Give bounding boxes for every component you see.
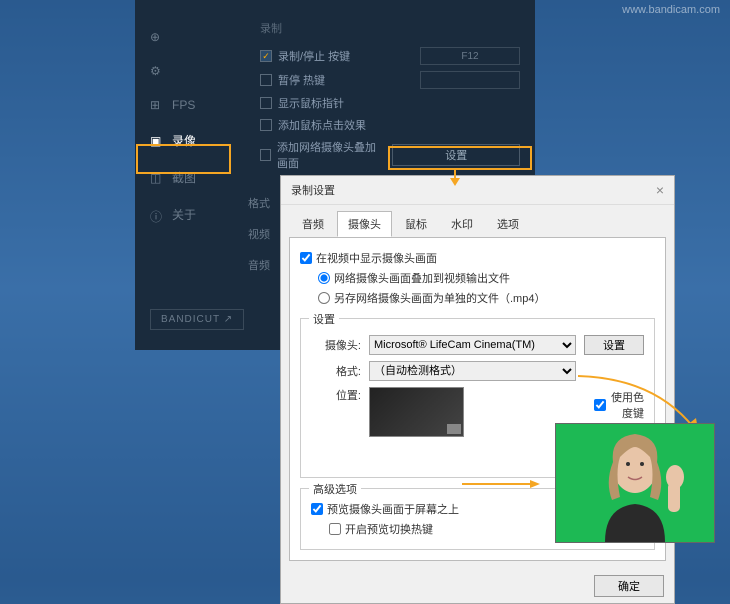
label-video: 视频 bbox=[248, 226, 270, 242]
dialog-title: 录制设置 bbox=[291, 182, 335, 198]
record-icon: ▣ bbox=[150, 134, 164, 148]
sidebar-item-fps[interactable]: ⊞ FPS bbox=[135, 88, 245, 122]
hotkey-field[interactable]: F12 bbox=[420, 47, 520, 65]
checkbox-icon bbox=[260, 74, 272, 86]
bandicut-link[interactable]: BANDICUT ↗ bbox=[150, 309, 244, 330]
tab-watermark[interactable]: 水印 bbox=[440, 211, 484, 237]
capture-icon: ◫ bbox=[150, 171, 164, 185]
fieldset-legend: 高级选项 bbox=[309, 481, 361, 497]
format-label: 格式: bbox=[311, 363, 361, 379]
checkbox-icon bbox=[260, 119, 272, 131]
target-icon: ⊕ bbox=[150, 30, 164, 44]
checkbox-icon: ✓ bbox=[260, 50, 272, 62]
section-title: 录制 bbox=[260, 20, 520, 36]
check-label: 使用色度键 bbox=[610, 389, 644, 421]
checkbox-icon bbox=[260, 97, 272, 109]
check-label: 在视频中显示摄像头画面 bbox=[316, 250, 437, 266]
grid-icon: ⊞ bbox=[150, 98, 164, 112]
sidebar-label: 录像 bbox=[172, 132, 196, 149]
row-label: 暂停 热键 bbox=[278, 72, 325, 88]
label-format: 格式 bbox=[248, 195, 270, 211]
checkbox[interactable] bbox=[594, 399, 606, 411]
hotkey-field[interactable] bbox=[420, 71, 520, 89]
check-chroma[interactable]: 使用色度键 bbox=[594, 387, 644, 423]
radio-separate[interactable]: 另存网络摄像头画面为单独的文件（.mp4） bbox=[318, 288, 655, 308]
radio[interactable] bbox=[318, 292, 330, 304]
sidebar: ⊕ ⚙ ⊞ FPS ▣ 录像 ◫ 截图 ⓘ 关于 bbox=[135, 0, 245, 233]
webcam-preview bbox=[555, 423, 715, 543]
dialog-header: 录制设置 × bbox=[281, 176, 674, 205]
row-label: 添加网络摄像头叠加画面 bbox=[277, 139, 386, 171]
info-icon: ⓘ bbox=[150, 208, 164, 222]
row-label: 添加鼠标点击效果 bbox=[278, 117, 366, 133]
row-record-hotkey[interactable]: ✓ 录制/停止 按键 F12 bbox=[260, 44, 520, 68]
person-silhouette bbox=[570, 423, 700, 542]
cam-settings-button[interactable]: 设置 bbox=[584, 335, 644, 355]
checkbox[interactable] bbox=[329, 523, 341, 535]
watermark: www.bandicam.com bbox=[622, 4, 720, 16]
settings-button[interactable]: 设置 bbox=[392, 144, 520, 166]
position-preview[interactable] bbox=[369, 387, 464, 437]
side-labels: 格式 视频 音频 bbox=[248, 195, 270, 288]
tab-audio[interactable]: 音频 bbox=[291, 211, 335, 237]
gear-icon: ⚙ bbox=[150, 64, 164, 78]
format-select[interactable]: （自动检测格式） bbox=[369, 361, 576, 381]
checkbox[interactable] bbox=[311, 503, 323, 515]
row-click-effect[interactable]: 添加鼠标点击效果 bbox=[260, 114, 520, 136]
tab-mouse[interactable]: 鼠标 bbox=[394, 211, 438, 237]
check-show-cam[interactable]: 在视频中显示摄像头画面 bbox=[300, 248, 655, 268]
sidebar-item-record[interactable]: ▣ 录像 bbox=[135, 122, 245, 159]
fieldset-legend: 设置 bbox=[309, 311, 339, 327]
row-cursor[interactable]: 显示鼠标指针 bbox=[260, 92, 520, 114]
check-label: 开启预览切换热键 bbox=[345, 521, 433, 537]
dialog-footer: 确定 bbox=[281, 569, 674, 603]
row-label: 显示鼠标指针 bbox=[278, 95, 344, 111]
sidebar-item-capture[interactable]: ◫ 截图 bbox=[135, 159, 245, 196]
sidebar-item-general[interactable]: ⚙ bbox=[135, 54, 245, 88]
checkbox-icon bbox=[260, 149, 271, 161]
radio[interactable] bbox=[318, 272, 330, 284]
radio-label: 网络摄像头画面叠加到视频输出文件 bbox=[334, 270, 510, 286]
label-audio: 音频 bbox=[248, 257, 270, 273]
sidebar-label: 截图 bbox=[172, 169, 196, 186]
tab-camera[interactable]: 摄像头 bbox=[337, 211, 392, 237]
row-label: 录制/停止 按键 bbox=[278, 48, 350, 64]
sidebar-item-target[interactable]: ⊕ bbox=[135, 20, 245, 54]
sidebar-label: 关于 bbox=[172, 206, 196, 223]
cam-select[interactable]: Microsoft® LifeCam Cinema(TM) bbox=[369, 335, 576, 355]
content-area: 录制 ✓ 录制/停止 按键 F12 暂停 热键 显示鼠标指针 添加鼠标点击效果 添加… bbox=[245, 0, 535, 194]
check-label: 预览摄像头画面于屏幕之上 bbox=[327, 501, 459, 517]
position-label: 位置: bbox=[311, 387, 361, 403]
dialog-tabs: 音频 摄像头 鼠标 水印 选项 bbox=[281, 205, 674, 237]
sidebar-item-about[interactable]: ⓘ 关于 bbox=[135, 196, 245, 233]
tab-options[interactable]: 选项 bbox=[486, 211, 530, 237]
radio-overlay[interactable]: 网络摄像头画面叠加到视频输出文件 bbox=[318, 268, 655, 288]
checkbox[interactable] bbox=[300, 252, 312, 264]
row-webcam-overlay[interactable]: 添加网络摄像头叠加画面 设置 bbox=[260, 136, 520, 174]
cam-label: 摄像头: bbox=[311, 337, 361, 353]
ok-button[interactable]: 确定 bbox=[594, 575, 664, 597]
row-pause-hotkey[interactable]: 暂停 热键 bbox=[260, 68, 520, 92]
close-icon[interactable]: × bbox=[656, 182, 664, 198]
radio-label: 另存网络摄像头画面为单独的文件（.mp4） bbox=[334, 290, 545, 306]
sidebar-label: FPS bbox=[172, 98, 195, 112]
